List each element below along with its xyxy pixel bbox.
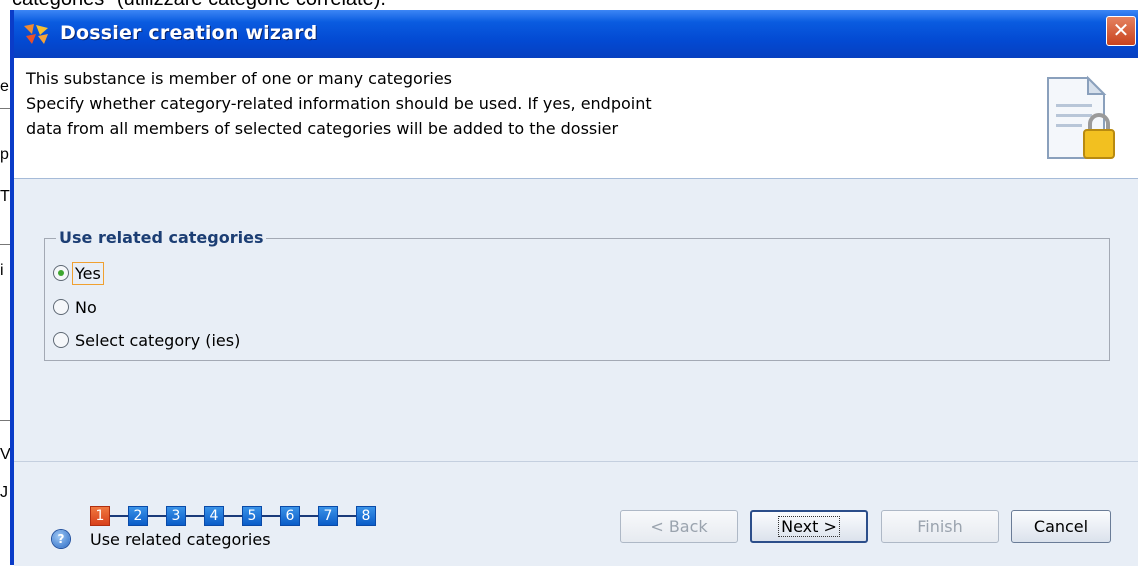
header-line: This substance is member of one or many … [26,69,453,88]
next-button[interactable]: Next > [750,510,868,543]
step-7: 7 [318,506,338,526]
close-button[interactable]: ✕ [1106,16,1136,46]
step-connector [338,515,356,517]
radio-yes[interactable]: Yes [53,261,104,285]
radio-button[interactable] [53,299,69,315]
window-title: Dossier creation wizard [60,22,318,44]
step-2: 2 [128,506,148,526]
header-line: data from all members of selected catego… [26,119,619,138]
step-connector [224,515,242,517]
radio-button-checked[interactable] [53,265,69,281]
radio-select-category[interactable]: Select category (ies) [53,328,242,352]
radio-label-no[interactable]: No [73,297,99,318]
background-rule [0,244,10,245]
related-categories-group: Use related categories Yes No Select cat… [44,228,1110,361]
header-description: This substance is member of one or many … [26,66,652,141]
wizard-content: Use related categories Yes No Select cat… [14,179,1138,461]
step-connector [300,515,318,517]
document-lock-icon [1047,75,1115,159]
finish-button[interactable]: Finish [881,510,999,543]
app-logo-icon [24,24,48,44]
radio-no[interactable]: No [53,295,99,319]
step-connector [148,515,166,517]
step-connector [110,515,128,517]
header-line: Specify whether category-related informa… [26,94,652,113]
back-button[interactable]: < Back [620,510,738,543]
step-connector [186,515,204,517]
background-rule [0,108,10,109]
step-1: 1 [90,506,110,526]
step-caption: Use related categories [90,530,271,549]
group-title: Use related categories [56,228,267,247]
radio-label-yes[interactable]: Yes [72,261,104,285]
wizard-footer: ? 1 2 3 4 5 6 7 8 Use related categories… [14,461,1138,566]
step-5: 5 [242,506,262,526]
background-rule [0,420,10,421]
step-4: 4 [204,506,224,526]
step-6: 6 [280,506,300,526]
step-8: 8 [356,506,376,526]
next-button-label: Next > [778,516,840,537]
step-indicator: 1 2 3 4 5 6 7 8 [90,506,376,526]
title-bar[interactable]: Dossier creation wizard ✕ [14,10,1138,58]
help-icon[interactable]: ? [52,530,70,548]
step-connector [262,515,280,517]
radio-label-select-category[interactable]: Select category (ies) [73,330,242,351]
step-3: 3 [166,506,186,526]
dossier-wizard-window: Dossier creation wizard ✕ This substance… [10,10,1138,566]
wizard-header: This substance is member of one or many … [14,58,1138,179]
radio-button[interactable] [53,332,69,348]
cancel-button[interactable]: Cancel [1011,510,1111,543]
